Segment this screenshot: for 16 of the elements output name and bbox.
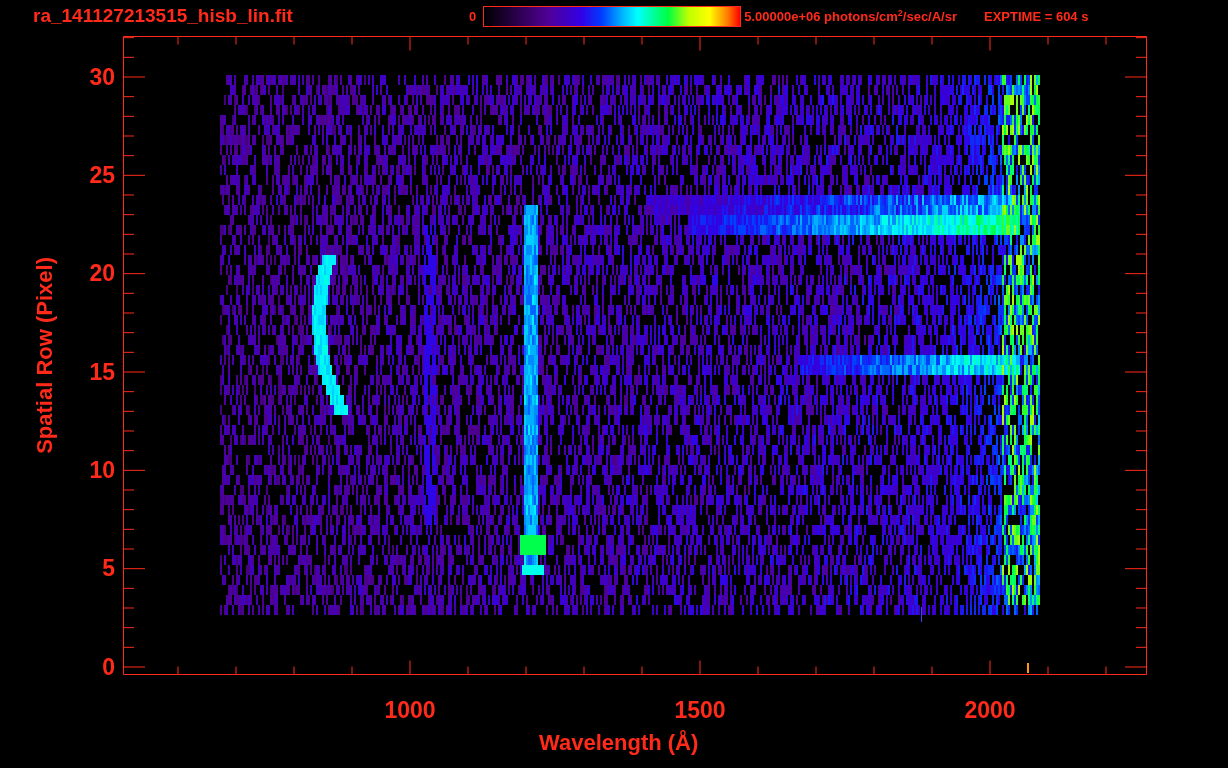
y-tick-label: 20	[89, 262, 115, 286]
y-tick-label: 5	[102, 557, 115, 581]
y-tick-label: 15	[89, 360, 115, 384]
colorbar-max-label: 5.00000e+06 photons/cm$^{2}$/sec/A/sr	[744, 7, 957, 25]
y-tick-label: 0	[102, 655, 115, 679]
exposure-time: EXPTIME = 604 s	[984, 8, 1089, 24]
x-axis-title: Wavelength (Å)	[539, 732, 699, 754]
x-tick-label: 2000	[964, 699, 1016, 722]
x-tick-label: 1000	[384, 699, 436, 722]
colorbar-min-label: 0	[469, 8, 477, 24]
y-axis-title: Spatial Row (Pixel)	[32, 257, 58, 454]
x-tick-label: 1500	[674, 699, 726, 722]
y-tick-label: 10	[89, 458, 115, 482]
y-tick-label: 25	[89, 164, 115, 187]
file-title: ra_141127213515_hisb_lin.fit	[33, 5, 294, 27]
y-tick-label: 30	[89, 65, 115, 89]
